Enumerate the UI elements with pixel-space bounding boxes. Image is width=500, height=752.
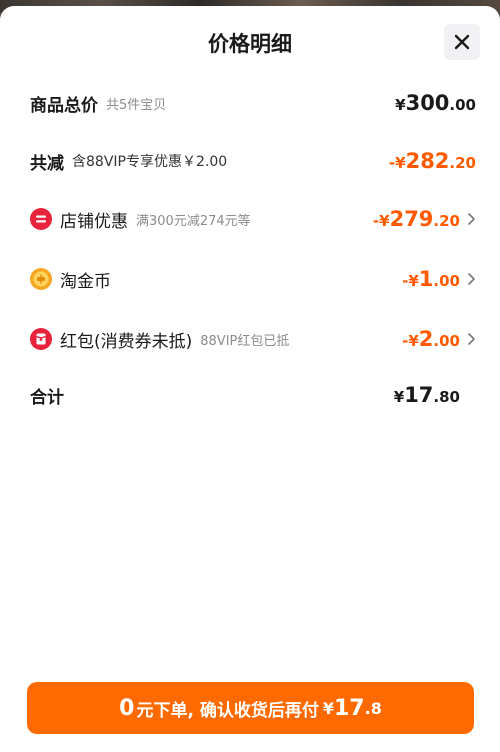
cta-amount-int: 17 <box>334 695 365 721</box>
subtotal-amount: ¥ 17 .80 <box>393 383 460 407</box>
row-total-discount: 共减 含88VIP专享优惠￥2.00 -¥ 282 .20 <box>30 144 476 178</box>
row-store-discount[interactable]: 店铺优惠 满300元减274元等 -¥ 279 .20 <box>30 202 476 236</box>
taojinbi-amount: -¥ 1 .00 <box>402 267 476 291</box>
total-discount-amount: -¥ 282 .20 <box>388 149 476 173</box>
store-discount-rule: 满300元减274元等 <box>136 213 251 229</box>
subtotal-label: 合计 <box>30 387 64 408</box>
cta-zero: 0 <box>119 695 135 721</box>
cta-text: 元下单, 确认收货后再付 <box>136 700 319 721</box>
store-discount-label: 店铺优惠 <box>60 211 128 232</box>
sheet-header: 价格明细 <box>0 6 500 78</box>
row-red-packet[interactable]: 红包(消费券未抵) 88VIP红包已抵 -¥ 2 .00 <box>30 322 476 356</box>
taojinbi-label: 淘金币 <box>60 271 111 292</box>
cta-yen: ¥ <box>322 698 334 718</box>
confirm-order-button[interactable]: 0 元下单, 确认收货后再付 ¥ 17 .8 <box>27 682 474 734</box>
red-packet-amount: -¥ 2 .00 <box>402 327 476 351</box>
red-packet-note: 88VIP红包已抵 <box>200 333 290 349</box>
chevron-right-icon <box>468 333 475 345</box>
chevron-right-icon <box>468 273 475 285</box>
vip-discount-note: 含88VIP专享优惠￥2.00 <box>72 154 228 170</box>
store-discount-amount: -¥ 279 .20 <box>373 207 476 231</box>
red-packet-icon <box>30 328 52 350</box>
chevron-right-icon <box>468 213 475 225</box>
close-icon <box>454 34 470 50</box>
page-title: 价格明细 <box>208 32 292 56</box>
red-packet-label: 红包(消费券未抵) <box>60 331 193 352</box>
coin-icon <box>30 268 52 290</box>
row-total-goods: 商品总价 共5件宝贝 ¥ 300 .00 <box>30 86 476 120</box>
row-subtotal: 合计 ¥ 17 .80 <box>30 378 476 412</box>
row-taojinbi[interactable]: 淘金币 -¥ 1 .00 <box>30 262 476 296</box>
cta-amount-dec: .8 <box>364 698 382 718</box>
total-goods-label: 商品总价 <box>30 95 98 116</box>
price-detail-sheet: 价格明细 商品总价 共5件宝贝 ¥ 300 .00 共减 含88VIP专享优惠￥… <box>0 6 500 752</box>
total-goods-amount: ¥ 300 .00 <box>395 91 476 115</box>
total-goods-count: 共5件宝贝 <box>106 97 167 113</box>
total-discount-label: 共减 <box>30 153 64 174</box>
close-button[interactable] <box>444 24 480 60</box>
store-discount-icon <box>30 208 52 230</box>
